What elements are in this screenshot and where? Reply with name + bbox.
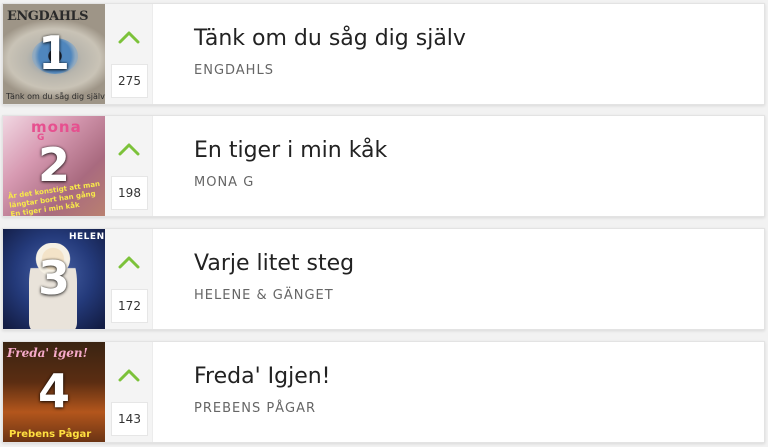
- cover-subtitle-text: Tänk om du såg dig själv: [6, 92, 105, 101]
- upvote-button[interactable]: [105, 364, 152, 386]
- upvote-button[interactable]: [105, 26, 152, 48]
- chart-row[interactable]: Freda' igen! Prebens Pågar 4 143 Freda' …: [2, 341, 765, 443]
- vote-count: 198: [111, 176, 148, 210]
- chevron-up-icon: [118, 31, 139, 44]
- chart-row[interactable]: HELENE 3 172 Varje litet steg HELENE & G…: [2, 228, 765, 330]
- vote-panel: 172: [105, 229, 153, 329]
- chevron-up-icon: [118, 369, 139, 382]
- song-chart-list: ENGDAHLS Tänk om du såg dig själv 1 275 …: [0, 0, 768, 447]
- rank-number: 2: [37, 138, 70, 193]
- song-title[interactable]: Freda' Igjen!: [194, 363, 331, 391]
- artist-name[interactable]: ENGDAHLS: [194, 63, 466, 78]
- artist-name[interactable]: MONA G: [194, 175, 387, 190]
- song-title[interactable]: Tänk om du såg dig själv: [194, 25, 466, 53]
- album-cover[interactable]: ENGDAHLS Tänk om du såg dig själv 1: [3, 4, 105, 104]
- album-cover[interactable]: mona G Är det konstigt att man längtar b…: [3, 116, 105, 216]
- song-title[interactable]: En tiger i min kåk: [194, 137, 387, 165]
- chart-row[interactable]: mona G Är det konstigt att man längtar b…: [2, 115, 765, 217]
- artist-name[interactable]: HELENE & GÄNGET: [194, 288, 354, 303]
- rank-number: 3: [37, 251, 70, 306]
- rank-number: 4: [37, 364, 70, 419]
- song-info: Varje litet steg HELENE & GÄNGET: [153, 229, 354, 329]
- chevron-up-icon: [118, 256, 139, 269]
- vote-count: 172: [111, 289, 148, 323]
- vote-count: 275: [111, 64, 148, 98]
- cover-brand-text: HELENE: [69, 232, 105, 242]
- cover-subtitle-text: Prebens Pågar: [9, 429, 92, 440]
- cover-brand-text: Freda' igen!: [7, 346, 88, 360]
- rank-number: 1: [37, 26, 70, 81]
- upvote-button[interactable]: [105, 138, 152, 160]
- song-info: En tiger i min kåk MONA G: [153, 116, 387, 216]
- vote-panel: 143: [105, 342, 153, 442]
- artist-name[interactable]: PREBENS PÅGAR: [194, 401, 331, 416]
- cover-brand-text: ENGDAHLS: [7, 9, 89, 24]
- upvote-button[interactable]: [105, 251, 152, 273]
- song-title[interactable]: Varje litet steg: [194, 250, 354, 278]
- chart-row[interactable]: ENGDAHLS Tänk om du såg dig själv 1 275 …: [2, 3, 765, 105]
- song-info: Tänk om du såg dig själv ENGDAHLS: [153, 4, 466, 104]
- album-cover[interactable]: HELENE 3: [3, 229, 105, 329]
- vote-count: 143: [111, 402, 148, 436]
- vote-panel: 275: [105, 4, 153, 104]
- song-info: Freda' Igjen! PREBENS PÅGAR: [153, 342, 331, 442]
- album-cover[interactable]: Freda' igen! Prebens Pågar 4: [3, 342, 105, 442]
- chevron-up-icon: [118, 143, 139, 156]
- vote-panel: 198: [105, 116, 153, 216]
